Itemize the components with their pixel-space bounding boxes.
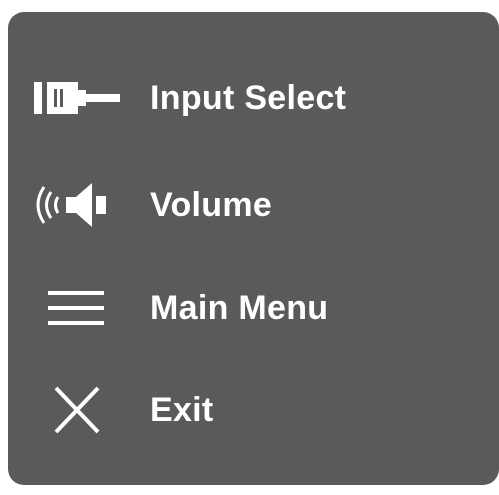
- menu-item-exit[interactable]: Exit: [8, 370, 499, 450]
- menu-item-volume[interactable]: Volume: [8, 165, 499, 245]
- osd-menu-panel: Input Select Volume Main Menu Exit: [8, 12, 499, 485]
- speaker-volume-icon: [30, 175, 126, 235]
- menu-item-label: Volume: [150, 185, 273, 224]
- menu-item-label: Main Menu: [150, 288, 329, 327]
- input-connector-icon: [30, 68, 126, 128]
- menu-item-input-select[interactable]: Input Select: [8, 58, 499, 138]
- close-x-icon: [30, 380, 126, 440]
- menu-item-label: Exit: [150, 390, 214, 429]
- menu-item-main-menu[interactable]: Main Menu: [8, 268, 499, 348]
- hamburger-menu-icon: [30, 278, 126, 338]
- menu-item-label: Input Select: [150, 78, 347, 117]
